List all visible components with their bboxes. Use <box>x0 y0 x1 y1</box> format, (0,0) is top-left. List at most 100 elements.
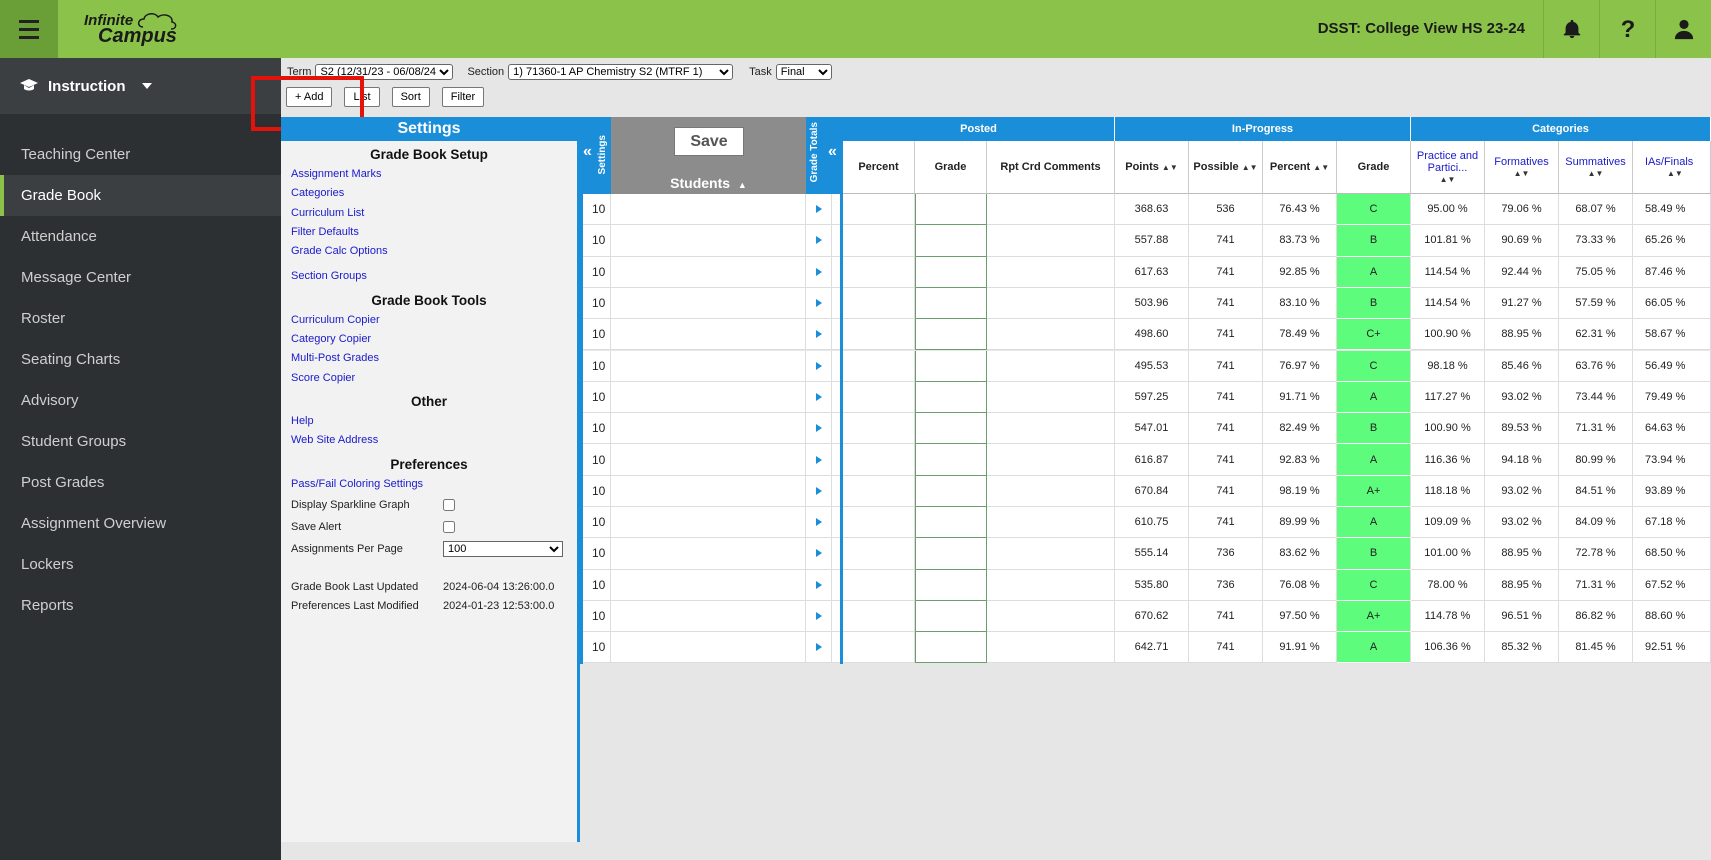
sidebar-item-seating-charts[interactable]: Seating Charts <box>0 339 281 380</box>
posted-percent-cell[interactable] <box>843 444 915 476</box>
sidebar-item-reports[interactable]: Reports <box>0 585 281 626</box>
posted-percent-cell[interactable] <box>843 350 915 382</box>
user-account-button[interactable] <box>1655 0 1711 58</box>
per-page-select[interactable]: 100 <box>443 540 563 557</box>
curriculum-list-link[interactable]: Curriculum List <box>281 204 577 223</box>
sidebar-item-advisory[interactable]: Advisory <box>0 380 281 421</box>
students-sort-header[interactable]: Students ▲ <box>611 175 806 191</box>
save-alert-checkbox[interactable] <box>443 520 455 533</box>
expand-row-button[interactable] <box>806 350 832 382</box>
posted-grade-cell[interactable] <box>915 381 987 414</box>
posted-grade-cell[interactable] <box>915 444 987 476</box>
posted-grade-cell[interactable] <box>915 256 987 288</box>
rpt-crd-comment-cell[interactable] <box>987 569 1115 601</box>
posted-grade-cell[interactable] <box>915 569 987 601</box>
posted-percent-header[interactable]: Percent <box>843 141 915 194</box>
posted-grade-cell[interactable] <box>915 319 987 351</box>
assignment-marks-link[interactable]: Assignment Marks <box>281 165 577 184</box>
help-link[interactable]: Help <box>281 412 577 431</box>
sidebar-item-message-center[interactable]: Message Center <box>0 257 281 298</box>
ip-percent-header[interactable]: Percent ▲▼ <box>1263 141 1337 194</box>
term-select[interactable]: S2 (12/31/23 - 06/08/24) <box>315 64 454 80</box>
sidebar-item-assignment-overview[interactable]: Assignment Overview <box>0 503 281 544</box>
expand-row-button[interactable] <box>806 475 832 507</box>
web-site-address-link[interactable]: Web Site Address <box>281 431 577 450</box>
rpt-crd-comment-cell[interactable] <box>987 538 1115 570</box>
rpt-crd-comment-cell[interactable] <box>987 475 1115 507</box>
rpt-crd-comment-cell[interactable] <box>987 600 1115 633</box>
posted-percent-cell[interactable] <box>843 569 915 601</box>
posted-percent-cell[interactable] <box>843 475 915 507</box>
multi-post-grades-link[interactable]: Multi-Post Grades <box>281 349 577 368</box>
sort-button[interactable]: Sort <box>391 87 430 107</box>
ias-finals-category-header[interactable]: IAs/Finals ▲▼ <box>1633 141 1711 194</box>
add-button[interactable]: + Add <box>286 87 333 107</box>
rpt-crd-comment-cell[interactable] <box>987 632 1115 664</box>
summatives-category-header[interactable]: Summatives ▲▼ <box>1559 141 1633 194</box>
posted-grade-cell[interactable] <box>915 600 987 633</box>
expand-row-button[interactable] <box>806 256 832 288</box>
categories-link[interactable]: Categories <box>281 184 577 203</box>
expand-row-button[interactable] <box>806 381 832 414</box>
posted-percent-cell[interactable] <box>843 507 915 539</box>
expand-row-button[interactable] <box>806 194 832 226</box>
posted-percent-cell[interactable] <box>843 256 915 288</box>
formatives-category-header[interactable]: Formatives ▲▼ <box>1485 141 1559 194</box>
practice-category-header[interactable]: Practice and Partici... ▲▼ <box>1411 141 1485 194</box>
posted-percent-cell[interactable] <box>843 632 915 664</box>
rpt-crd-comment-cell[interactable] <box>987 225 1115 257</box>
possible-header[interactable]: Possible ▲▼ <box>1189 141 1263 194</box>
school-name[interactable]: DSST: College View HS 23-24 <box>1318 0 1525 58</box>
rpt-crd-comment-cell[interactable] <box>987 444 1115 476</box>
expand-row-button[interactable] <box>806 538 832 570</box>
save-button[interactable]: Save <box>674 127 744 156</box>
expand-row-button[interactable] <box>806 413 832 445</box>
pass-fail-coloring-link[interactable]: Pass/Fail Coloring Settings <box>281 475 577 494</box>
grade-totals-collapse-tab[interactable]: Grade Totals « <box>806 117 843 194</box>
hamburger-menu-button[interactable] <box>0 0 58 58</box>
sidebar-section-instruction[interactable]: Instruction <box>0 58 281 114</box>
sidebar-item-lockers[interactable]: Lockers <box>0 544 281 585</box>
posted-grade-cell[interactable] <box>915 350 987 382</box>
sidebar-item-attendance[interactable]: Attendance <box>0 216 281 257</box>
rpt-crd-comment-cell[interactable] <box>987 256 1115 288</box>
expand-row-button[interactable] <box>806 225 832 257</box>
expand-row-button[interactable] <box>806 444 832 476</box>
curriculum-copier-link[interactable]: Curriculum Copier <box>281 311 577 330</box>
posted-grade-cell[interactable] <box>915 632 987 664</box>
infinite-campus-logo[interactable]: Infinite Campus <box>76 13 179 46</box>
posted-grade-cell[interactable] <box>915 475 987 507</box>
task-select[interactable]: Final <box>775 64 832 80</box>
rpt-crd-comment-cell[interactable] <box>987 350 1115 382</box>
posted-percent-cell[interactable] <box>843 538 915 570</box>
posted-percent-cell[interactable] <box>843 319 915 351</box>
posted-grade-cell[interactable] <box>915 225 987 257</box>
expand-row-button[interactable] <box>806 287 832 320</box>
rpt-crd-comment-cell[interactable] <box>987 507 1115 539</box>
rpt-crd-comment-cell[interactable] <box>987 381 1115 414</box>
posted-percent-cell[interactable] <box>843 413 915 445</box>
posted-percent-cell[interactable] <box>843 600 915 633</box>
posted-percent-cell[interactable] <box>843 381 915 414</box>
expand-row-button[interactable] <box>806 632 832 664</box>
section-select[interactable]: 1) 71360-1 AP Chemistry S2 (MTRF 1) <box>508 64 734 80</box>
category-copier-link[interactable]: Category Copier <box>281 330 577 349</box>
filter-button[interactable]: Filter <box>441 87 485 107</box>
posted-grade-cell[interactable] <box>915 413 987 445</box>
score-copier-link[interactable]: Score Copier <box>281 369 577 388</box>
sidebar-item-student-groups[interactable]: Student Groups <box>0 421 281 462</box>
sidebar-item-teaching-center[interactable]: Teaching Center <box>0 134 281 175</box>
sidebar-item-post-grades[interactable]: Post Grades <box>0 462 281 503</box>
expand-row-button[interactable] <box>806 569 832 601</box>
sparkline-checkbox[interactable] <box>443 498 455 511</box>
rpt-crd-comment-cell[interactable] <box>987 319 1115 351</box>
ip-grade-header[interactable]: Grade <box>1337 141 1411 194</box>
sidebar-item-roster[interactable]: Roster <box>0 298 281 339</box>
posted-percent-cell[interactable] <box>843 194 915 226</box>
points-header[interactable]: Points ▲▼ <box>1115 141 1189 194</box>
posted-percent-cell[interactable] <box>843 287 915 320</box>
expand-row-button[interactable] <box>806 319 832 351</box>
filter-defaults-link[interactable]: Filter Defaults <box>281 223 577 242</box>
posted-grade-header[interactable]: Grade <box>915 141 987 194</box>
section-groups-link[interactable]: Section Groups <box>281 267 577 286</box>
